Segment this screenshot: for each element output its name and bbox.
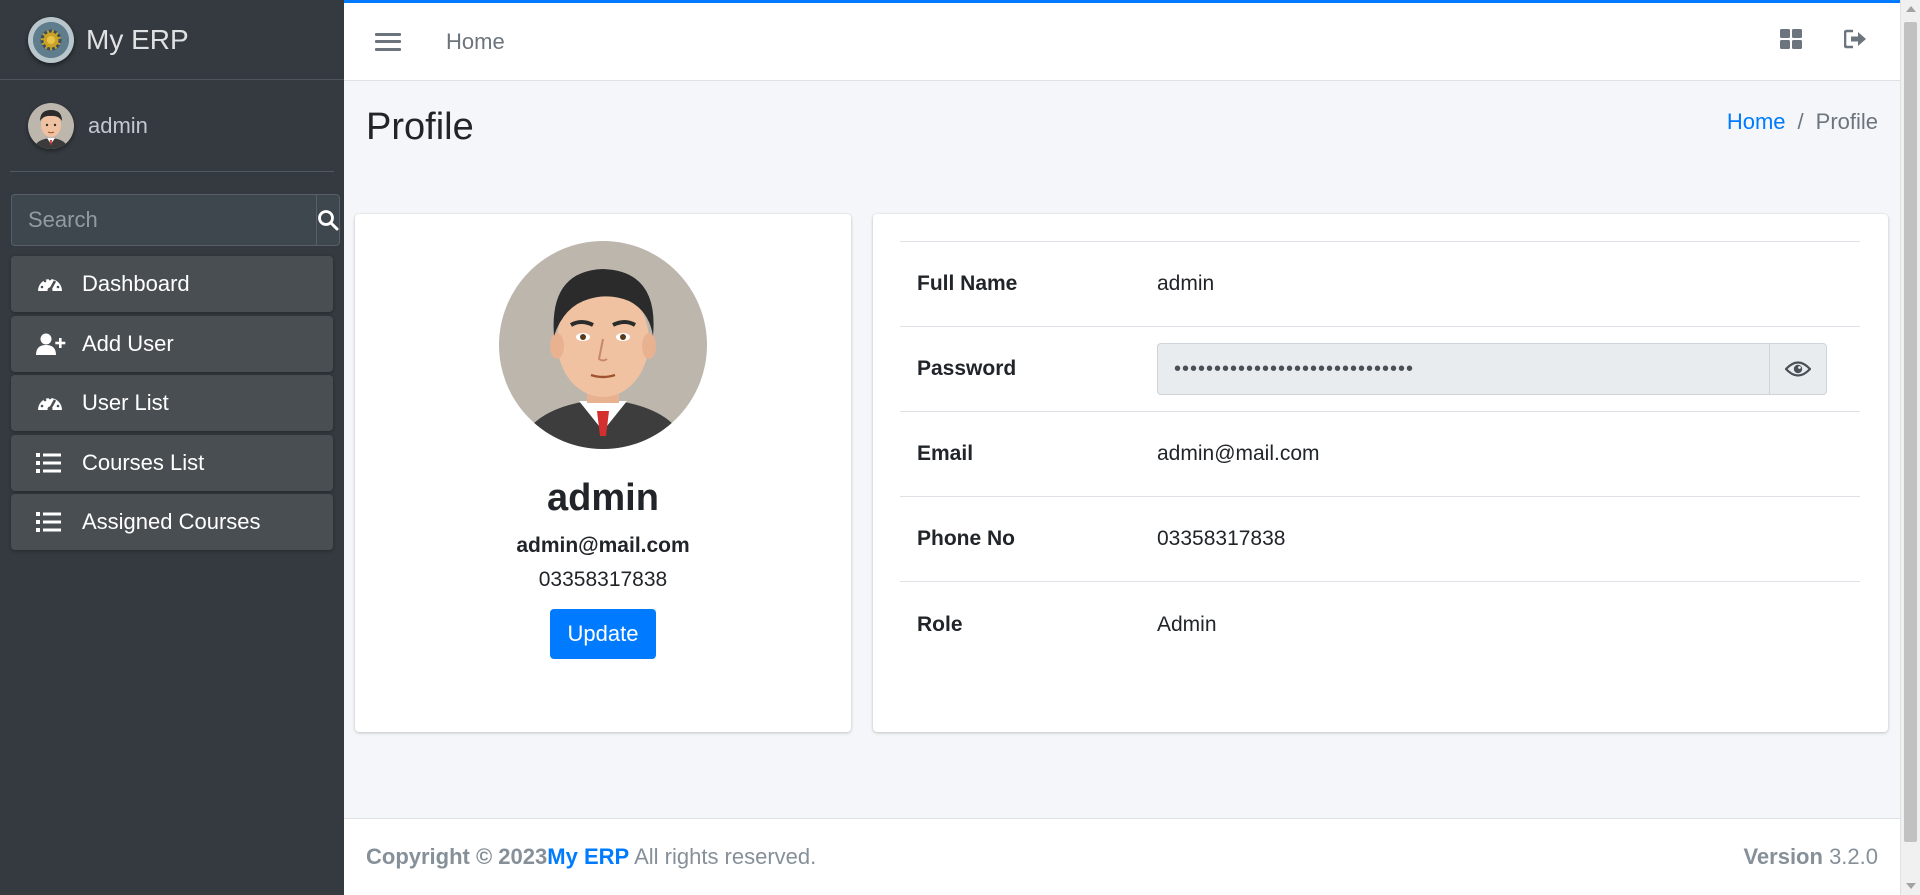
logout-icon[interactable] — [1843, 29, 1868, 54]
breadcrumb-separator: / — [1797, 109, 1804, 134]
search-button[interactable] — [316, 194, 340, 246]
sidebar-nav: Dashboard Add User User List Courses Lis… — [11, 256, 333, 550]
table-row: Email admin@mail.com — [900, 412, 1860, 497]
profile-card: admin admin@mail.com 03358317838 Update — [355, 214, 851, 732]
vertical-scrollbar[interactable] — [1900, 0, 1920, 895]
breadcrumb-home-link[interactable]: Home — [1727, 109, 1786, 135]
scrollbar-thumb[interactable] — [1904, 22, 1917, 842]
top-home-link[interactable]: Home — [446, 29, 505, 55]
phone-label: Phone No — [917, 527, 1015, 550]
sidebar-item-assigned-courses[interactable]: Assigned Courses — [11, 494, 333, 550]
sidebar-item-label: Add User — [82, 330, 174, 356]
scroll-up-arrow-icon[interactable] — [1906, 6, 1916, 12]
search-icon — [318, 210, 339, 231]
brand-name: My ERP — [86, 23, 189, 55]
sidebar-item-courses-list[interactable]: Courses List — [11, 434, 333, 491]
sidebar-search — [11, 194, 340, 246]
breadcrumb-current: Profile — [1815, 109, 1878, 134]
scroll-down-arrow-icon[interactable] — [1906, 883, 1916, 889]
password-group — [1157, 343, 1827, 395]
role-value: Admin — [1157, 612, 1217, 636]
profile-details-card: Full Name admin Password Email admin@mai… — [873, 214, 1888, 732]
sidebar-item-label: User List — [82, 390, 169, 415]
profile-name: admin — [547, 477, 659, 519]
phone-value: 03358317838 — [1157, 527, 1286, 550]
toggle-password-button[interactable] — [1769, 343, 1827, 395]
grid-icon[interactable] — [1780, 29, 1802, 54]
table-row: Password — [900, 327, 1860, 412]
footer-version: Version 3.2.0 — [1743, 844, 1878, 870]
profile-phone: 03358317838 — [538, 568, 668, 591]
copyright-prefix: Copyright © 2023 — [366, 844, 548, 869]
tachometer-icon — [36, 390, 68, 416]
password-field[interactable] — [1157, 343, 1769, 395]
table-row: Phone No 03358317838 — [900, 497, 1860, 582]
avatar — [28, 102, 74, 149]
email-label: Email — [917, 442, 974, 465]
list-icon — [36, 450, 68, 476]
version-label: Version — [1743, 844, 1823, 869]
profile-avatar — [499, 241, 707, 449]
password-label: Password — [917, 357, 1017, 380]
sidebar-item-user-list[interactable]: User List — [11, 375, 333, 431]
profile-details-table: Full Name admin Password Email admin@mai… — [900, 241, 1860, 667]
copyright-suffix: All rights reserved. — [629, 844, 817, 869]
brand-logo — [28, 16, 74, 63]
sidebar-item-label: Assigned Courses — [82, 509, 261, 534]
footer: Copyright © 2023My ERP All rights reserv… — [344, 818, 1900, 895]
brand-link[interactable]: My ERP — [0, 0, 344, 80]
update-button[interactable]: Update — [549, 609, 657, 659]
list-icon — [36, 509, 68, 535]
sidebar-item-label: Dashboard — [82, 271, 190, 296]
table-row: Full Name admin — [900, 242, 1860, 327]
breadcrumb: Home / Profile — [1727, 109, 1878, 135]
profile-email: admin@mail.com — [516, 534, 690, 557]
user-plus-icon — [36, 331, 68, 357]
page-title: Profile — [366, 106, 474, 148]
full-name-value: admin — [1157, 272, 1215, 295]
email-value: admin@mail.com — [1157, 442, 1320, 465]
footer-copyright: Copyright © 2023My ERP All rights reserv… — [366, 844, 816, 870]
search-input[interactable] — [11, 194, 316, 246]
content-header: Profile Home / Profile — [344, 81, 1900, 191]
full-name-label: Full Name — [917, 272, 1018, 295]
role-label: Role — [917, 612, 963, 636]
user-panel[interactable]: admin — [10, 80, 334, 172]
sidebar-item-dashboard[interactable]: Dashboard — [11, 256, 333, 312]
sidebar: My ERP admin Dashboard — [0, 0, 344, 895]
footer-brand-link[interactable]: My ERP — [547, 844, 629, 869]
eye-icon — [1785, 361, 1811, 377]
top-navbar: Home — [344, 0, 1900, 81]
table-row: Role Admin — [900, 582, 1860, 667]
tachometer-icon — [36, 271, 68, 297]
sidebar-item-label: Courses List — [82, 449, 205, 475]
version-number: 3.2.0 — [1829, 844, 1878, 869]
sidebar-item-add-user[interactable]: Add User — [11, 315, 333, 372]
sidebar-username[interactable]: admin — [88, 113, 148, 139]
menu-toggle-icon[interactable] — [375, 31, 401, 53]
